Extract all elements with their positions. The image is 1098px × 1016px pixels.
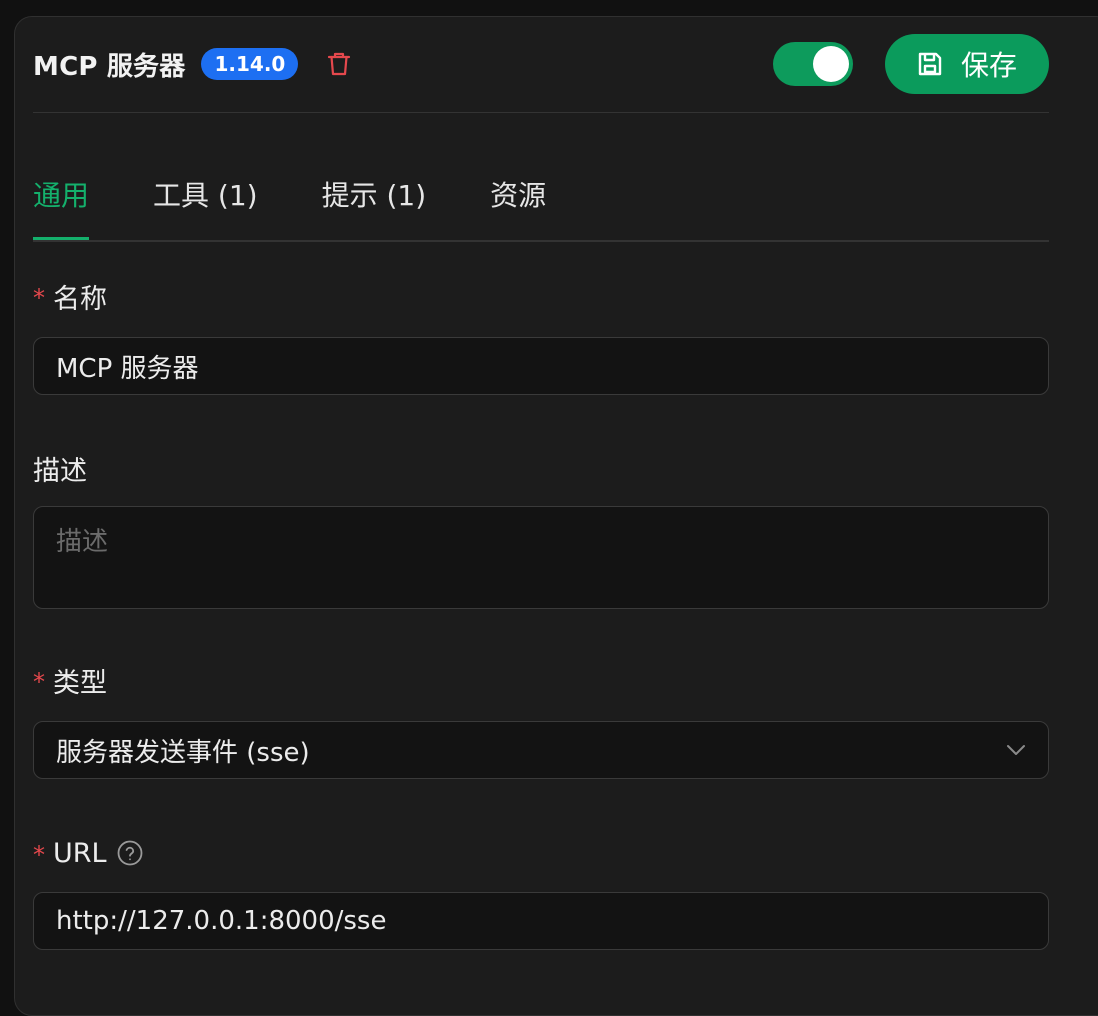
name-label: * 名称 (33, 278, 1049, 315)
trash-icon (328, 52, 351, 76)
name-input-value: MCP 服务器 (56, 353, 199, 384)
enable-toggle[interactable] (773, 42, 853, 86)
type-select[interactable]: 服务器发送事件 (sse) (33, 721, 1049, 779)
toggle-knob (813, 46, 849, 82)
description-label: 描述 (33, 450, 1049, 487)
tab-prompts[interactable]: 提示 (1) (322, 156, 427, 238)
description-textarea[interactable]: 描述 (33, 506, 1049, 609)
floppy-disk-icon (918, 52, 942, 76)
delete-button[interactable] (324, 49, 354, 79)
save-label: 保存 (960, 49, 1017, 82)
server-title: MCP 服务器 (33, 51, 186, 82)
type-label: * 类型 (33, 662, 1049, 699)
chevron-down-icon (1007, 745, 1025, 755)
help-circle-icon[interactable] (117, 840, 143, 866)
name-label-text: 名称 (53, 283, 107, 315)
name-input[interactable]: MCP 服务器 (33, 337, 1049, 395)
type-label-text: 类型 (53, 667, 107, 699)
url-input[interactable]: http://127.0.0.1:8000/sse (33, 892, 1049, 950)
type-select-value: 服务器发送事件 (sse) (56, 737, 310, 768)
url-label: * URL (33, 835, 1049, 871)
description-label-text: 描述 (33, 455, 87, 487)
save-button[interactable]: 保存 (885, 34, 1049, 94)
required-marker: * (33, 841, 45, 869)
description-placeholder: 描述 (56, 527, 109, 557)
url-label-text: URL (53, 837, 107, 869)
tab-resources[interactable]: 资源 (490, 156, 546, 238)
tab-bar: 通用 工具 (1) 提示 (1) 资源 (33, 156, 1049, 242)
header-divider (33, 112, 1049, 113)
tab-tools[interactable]: 工具 (1) (153, 156, 258, 238)
required-marker: * (33, 668, 45, 696)
required-marker: * (33, 284, 45, 312)
panel-header: MCP 服务器 1.14.0 保存 (33, 30, 1049, 98)
tab-general[interactable]: 通用 (33, 156, 90, 240)
url-input-value: http://127.0.0.1:8000/sse (56, 906, 387, 936)
version-badge: 1.14.0 (201, 48, 299, 80)
